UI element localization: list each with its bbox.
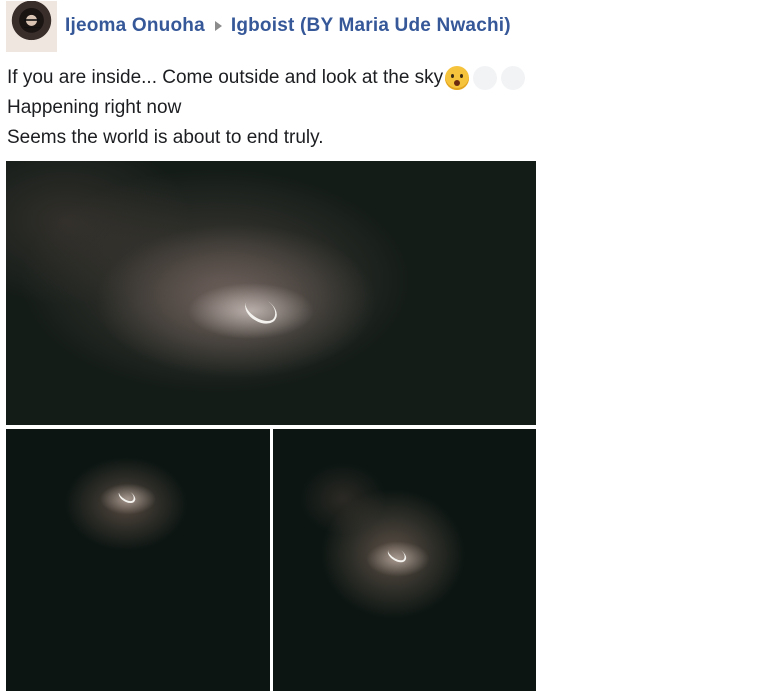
author-name-link[interactable]: Ijeoma Onuoha — [65, 15, 205, 37]
frowning-face-emoji-icon — [445, 66, 470, 90]
post-photo-main[interactable] — [6, 161, 536, 425]
crescent-moon-shape — [385, 544, 409, 566]
placeholder-emoji-icon — [501, 66, 526, 90]
crescent-moon-shape — [116, 487, 138, 506]
post-line-1: If you are inside... Come outside and lo… — [7, 63, 526, 93]
triangle-right-icon — [214, 21, 222, 31]
post-text-line: Happening right now — [7, 97, 182, 118]
post-text-line: Seems the world is about to end truly. — [7, 127, 324, 148]
crescent-moon-shape — [240, 292, 282, 329]
post-photo-3[interactable] — [273, 429, 536, 691]
post-line-3: Seems the world is about to end truly. — [7, 123, 525, 153]
placeholder-emoji-icon — [473, 66, 498, 90]
post-header: Ijeoma Onuoha Igboist (BY Maria Ude Nwac… — [6, 0, 511, 52]
avatar-glasses-shape — [24, 18, 40, 28]
post-body: If you are inside... Come outside and lo… — [7, 63, 526, 153]
post-names: Ijeoma Onuoha Igboist (BY Maria Ude Nwac… — [65, 15, 511, 37]
post-line-2: Happening right now — [7, 93, 525, 123]
author-avatar[interactable] — [6, 0, 57, 52]
post-text-line: If you are inside... Come outside and lo… — [7, 67, 444, 88]
group-name-link[interactable]: Igboist (BY Maria Ude Nwachi) — [231, 15, 511, 37]
facebook-post: Ijeoma Onuoha Igboist (BY Maria Ude Nwac… — [0, 0, 762, 691]
post-photo-2[interactable] — [6, 429, 270, 691]
